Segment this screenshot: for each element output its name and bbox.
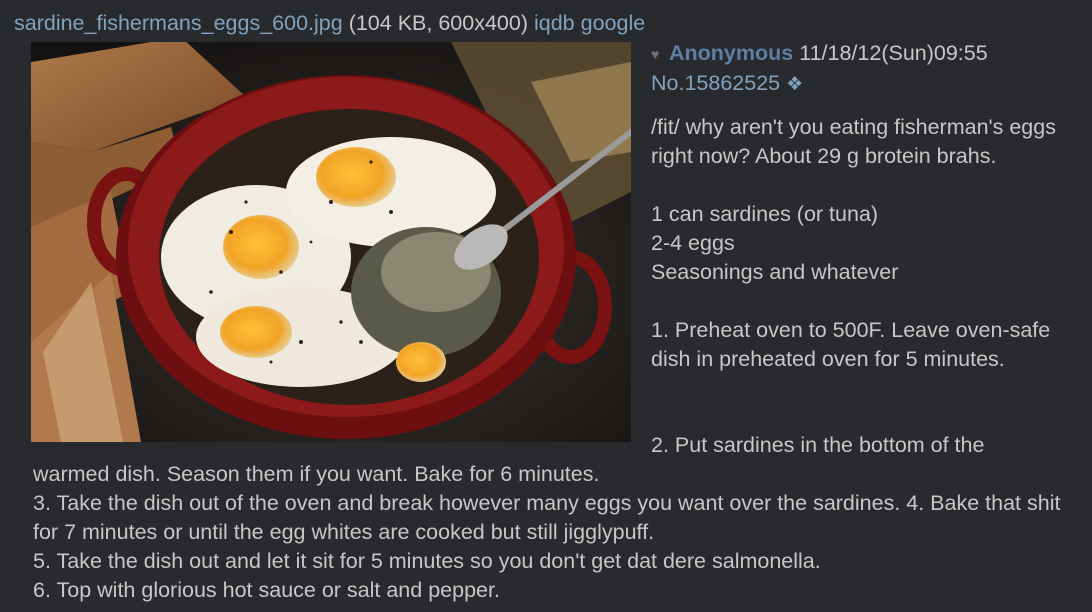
fishermans-eggs-photo (31, 42, 631, 442)
post-header: ♥ Anonymous 11/18/12(Sun)09:55 No.1586252… (651, 38, 1081, 98)
poster-name: Anonymous (669, 41, 794, 65)
file-info: sardine_fishermans_eggs_600.jpg (104 KB,… (14, 8, 645, 38)
post-body-step2-start: 2. Put sardines in the bottom of the (651, 433, 985, 457)
post-datetime: 11/18/12(Sun)09:55 (799, 41, 988, 65)
post-body-intro: /fit/ why aren't you eating fisherman's … (651, 115, 1056, 371)
post-number-link[interactable]: No.15862525 (651, 71, 780, 95)
file-size-info: (104 KB, 600x400) (348, 11, 528, 35)
file-name-link[interactable]: sardine_fishermans_eggs_600.jpg (14, 11, 343, 35)
post-image[interactable] (31, 42, 631, 442)
google-link[interactable]: google (581, 11, 646, 35)
post-body-rest: warmed dish. Season them if you want. Ba… (33, 462, 1061, 602)
diamond-icon[interactable]: ❖ (786, 74, 803, 95)
heart-icon[interactable]: ♥ (651, 39, 669, 69)
iqdb-link[interactable]: iqdb (534, 11, 575, 35)
